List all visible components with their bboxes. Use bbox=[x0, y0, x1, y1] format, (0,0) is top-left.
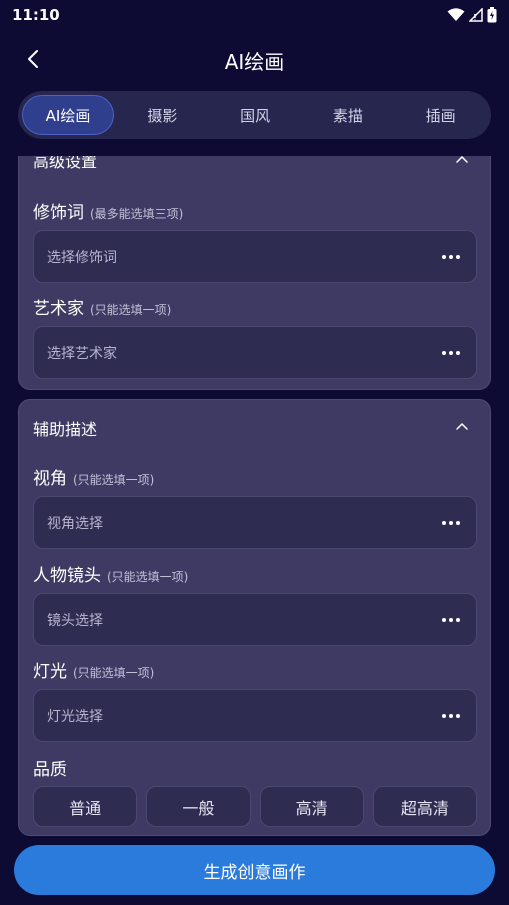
more-icon bbox=[442, 350, 460, 355]
tab-photography[interactable]: 摄影 bbox=[116, 95, 209, 135]
modifier-hint: (最多能选填三项) bbox=[90, 207, 184, 221]
view-angle-placeholder: 视角选择 bbox=[47, 515, 103, 532]
quality-options: 普通 一般 高清 超高清 bbox=[33, 786, 477, 827]
chevron-up-icon[interactable] bbox=[454, 419, 470, 435]
quality-label: 品质 bbox=[33, 760, 67, 780]
lens-select[interactable]: 镜头选择 bbox=[33, 593, 477, 646]
lens-placeholder: 镜头选择 bbox=[47, 612, 103, 629]
chevron-left-icon bbox=[28, 50, 38, 68]
quality-option-ultra-hd[interactable]: 超高清 bbox=[372, 786, 477, 827]
assist-description-card: 辅助描述 视角 (只能选填一项) 视角选择 人物镜头 (只能选填一项) 镜头选择… bbox=[18, 399, 491, 836]
more-icon bbox=[442, 520, 460, 525]
lighting-label: 灯光 (只能选填一项) bbox=[33, 662, 155, 682]
artist-label: 艺术家 (只能选填一项) bbox=[33, 299, 172, 319]
artist-placeholder: 选择艺术家 bbox=[47, 345, 117, 362]
lighting-placeholder: 灯光选择 bbox=[47, 708, 103, 725]
wifi-icon bbox=[447, 8, 465, 21]
lens-hint: (只能选填一项) bbox=[107, 570, 189, 584]
lighting-select[interactable]: 灯光选择 bbox=[33, 689, 477, 742]
modifier-label: 修饰词 (最多能选填三项) bbox=[33, 203, 184, 223]
header: AI绘画 bbox=[0, 36, 509, 84]
status-bar: 11:10 bbox=[0, 0, 509, 30]
back-button[interactable] bbox=[18, 44, 48, 74]
assist-description-title: 辅助描述 bbox=[33, 420, 98, 439]
page-title: AI绘画 bbox=[224, 49, 285, 74]
advanced-settings-title: 高级设置 bbox=[33, 156, 98, 171]
more-icon bbox=[442, 617, 460, 622]
artist-select[interactable]: 选择艺术家 bbox=[33, 326, 477, 379]
style-tabs: AI绘画 摄影 国风 素描 插画 bbox=[18, 91, 491, 139]
status-icons bbox=[447, 7, 497, 23]
advanced-settings-card: 高级设置 修饰词 (最多能选填三项) 选择修饰词 艺术家 (只能选填一项) 选择… bbox=[18, 156, 491, 390]
view-angle-label: 视角 (只能选填一项) bbox=[33, 469, 155, 489]
more-icon bbox=[442, 713, 460, 718]
lens-label: 人物镜头 (只能选填一项) bbox=[33, 566, 189, 586]
view-angle-select[interactable]: 视角选择 bbox=[33, 496, 477, 549]
quality-option-normal[interactable]: 普通 bbox=[33, 786, 138, 827]
signal-icon bbox=[469, 8, 483, 22]
modifier-select[interactable]: 选择修饰词 bbox=[33, 230, 477, 283]
tab-ai-painting[interactable]: AI绘画 bbox=[22, 95, 114, 135]
tab-chinese-style[interactable]: 国风 bbox=[209, 95, 302, 135]
artist-hint: (只能选填一项) bbox=[90, 303, 172, 317]
tab-sketch[interactable]: 素描 bbox=[302, 95, 395, 135]
generate-button[interactable]: 生成创意画作 bbox=[14, 845, 495, 895]
battery-icon bbox=[487, 7, 497, 23]
modifier-placeholder: 选择修饰词 bbox=[47, 249, 117, 266]
status-time: 11:10 bbox=[12, 6, 60, 24]
tab-illustration[interactable]: 插画 bbox=[394, 95, 487, 135]
quality-option-hd[interactable]: 高清 bbox=[259, 786, 364, 827]
lighting-hint: (只能选填一项) bbox=[73, 666, 155, 680]
view-angle-hint: (只能选填一项) bbox=[73, 473, 155, 487]
chevron-up-icon[interactable] bbox=[454, 156, 470, 168]
quality-option-general[interactable]: 一般 bbox=[146, 786, 251, 827]
more-icon bbox=[442, 254, 460, 259]
